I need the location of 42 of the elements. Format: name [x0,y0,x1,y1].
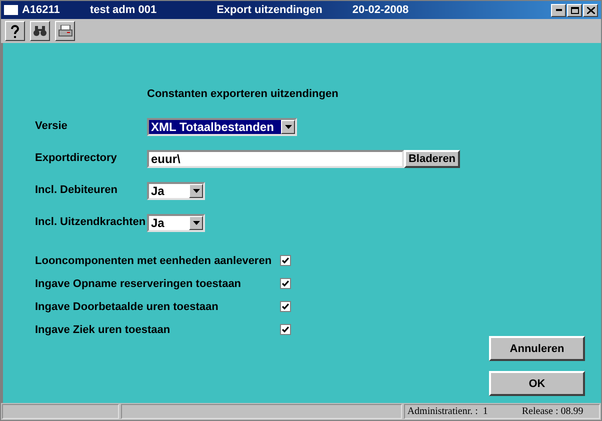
minimize-icon [556,9,562,11]
close-icon [586,6,594,14]
checkbox[interactable] [280,278,291,289]
printer-icon [58,24,72,38]
window-title: 20-02-2008 [352,4,409,16]
dropdown-arrow-icon [284,125,292,129]
checkbox[interactable] [280,301,291,312]
cancel-button[interactable]: Annuleren [489,336,585,361]
dropdown-arrow-icon [192,189,200,193]
browse-button[interactable]: Bladeren [404,150,460,168]
window-title: A16211 [22,4,60,16]
option-label: Ingave Doorbetaalde uren toestaan [35,300,220,312]
checkbox[interactable] [280,255,291,266]
option-label: Looncomponenten met eenheden aanleveren [35,254,273,266]
option-label: Ingave Opname reserveringen toestaan [35,278,242,290]
maximize-icon [570,6,578,14]
field-label: Exportdirectory [35,151,118,164]
input-field[interactable]: euur\ [147,150,404,168]
minimize-button[interactable] [551,4,566,16]
ok-button[interactable]: OK [489,371,585,396]
print-button[interactable] [55,21,75,41]
window-icon [4,5,18,15]
dropdown[interactable]: XML Totaalbestanden [147,118,297,136]
option-label: Ingave Ziek uren toestaan [35,324,172,336]
status-text: Release : 08.99 [522,406,584,417]
search-button[interactable] [30,21,50,41]
dropdown-arrow-icon [192,221,200,225]
field-label: Incl. Debiteuren [35,183,119,196]
help-button[interactable] [5,21,25,41]
field-label: Incl. Uitzendkrachten [35,215,147,228]
dropdown[interactable]: Ja [147,214,205,232]
binoculars-icon [33,25,47,37]
field-label: Versie [35,119,68,132]
maximize-button[interactable] [567,4,582,16]
dropdown[interactable]: Ja [147,182,205,200]
checkbox[interactable] [280,324,291,335]
window-title: Export uitzendingen [216,4,322,16]
close-button[interactable] [583,4,598,16]
window-title: test adm 001 [90,4,157,16]
status-text: Administratienr. : 1 [407,406,488,417]
form-heading: Constanten exporteren uitzendingen [147,88,340,102]
question-mark-icon [9,24,21,38]
